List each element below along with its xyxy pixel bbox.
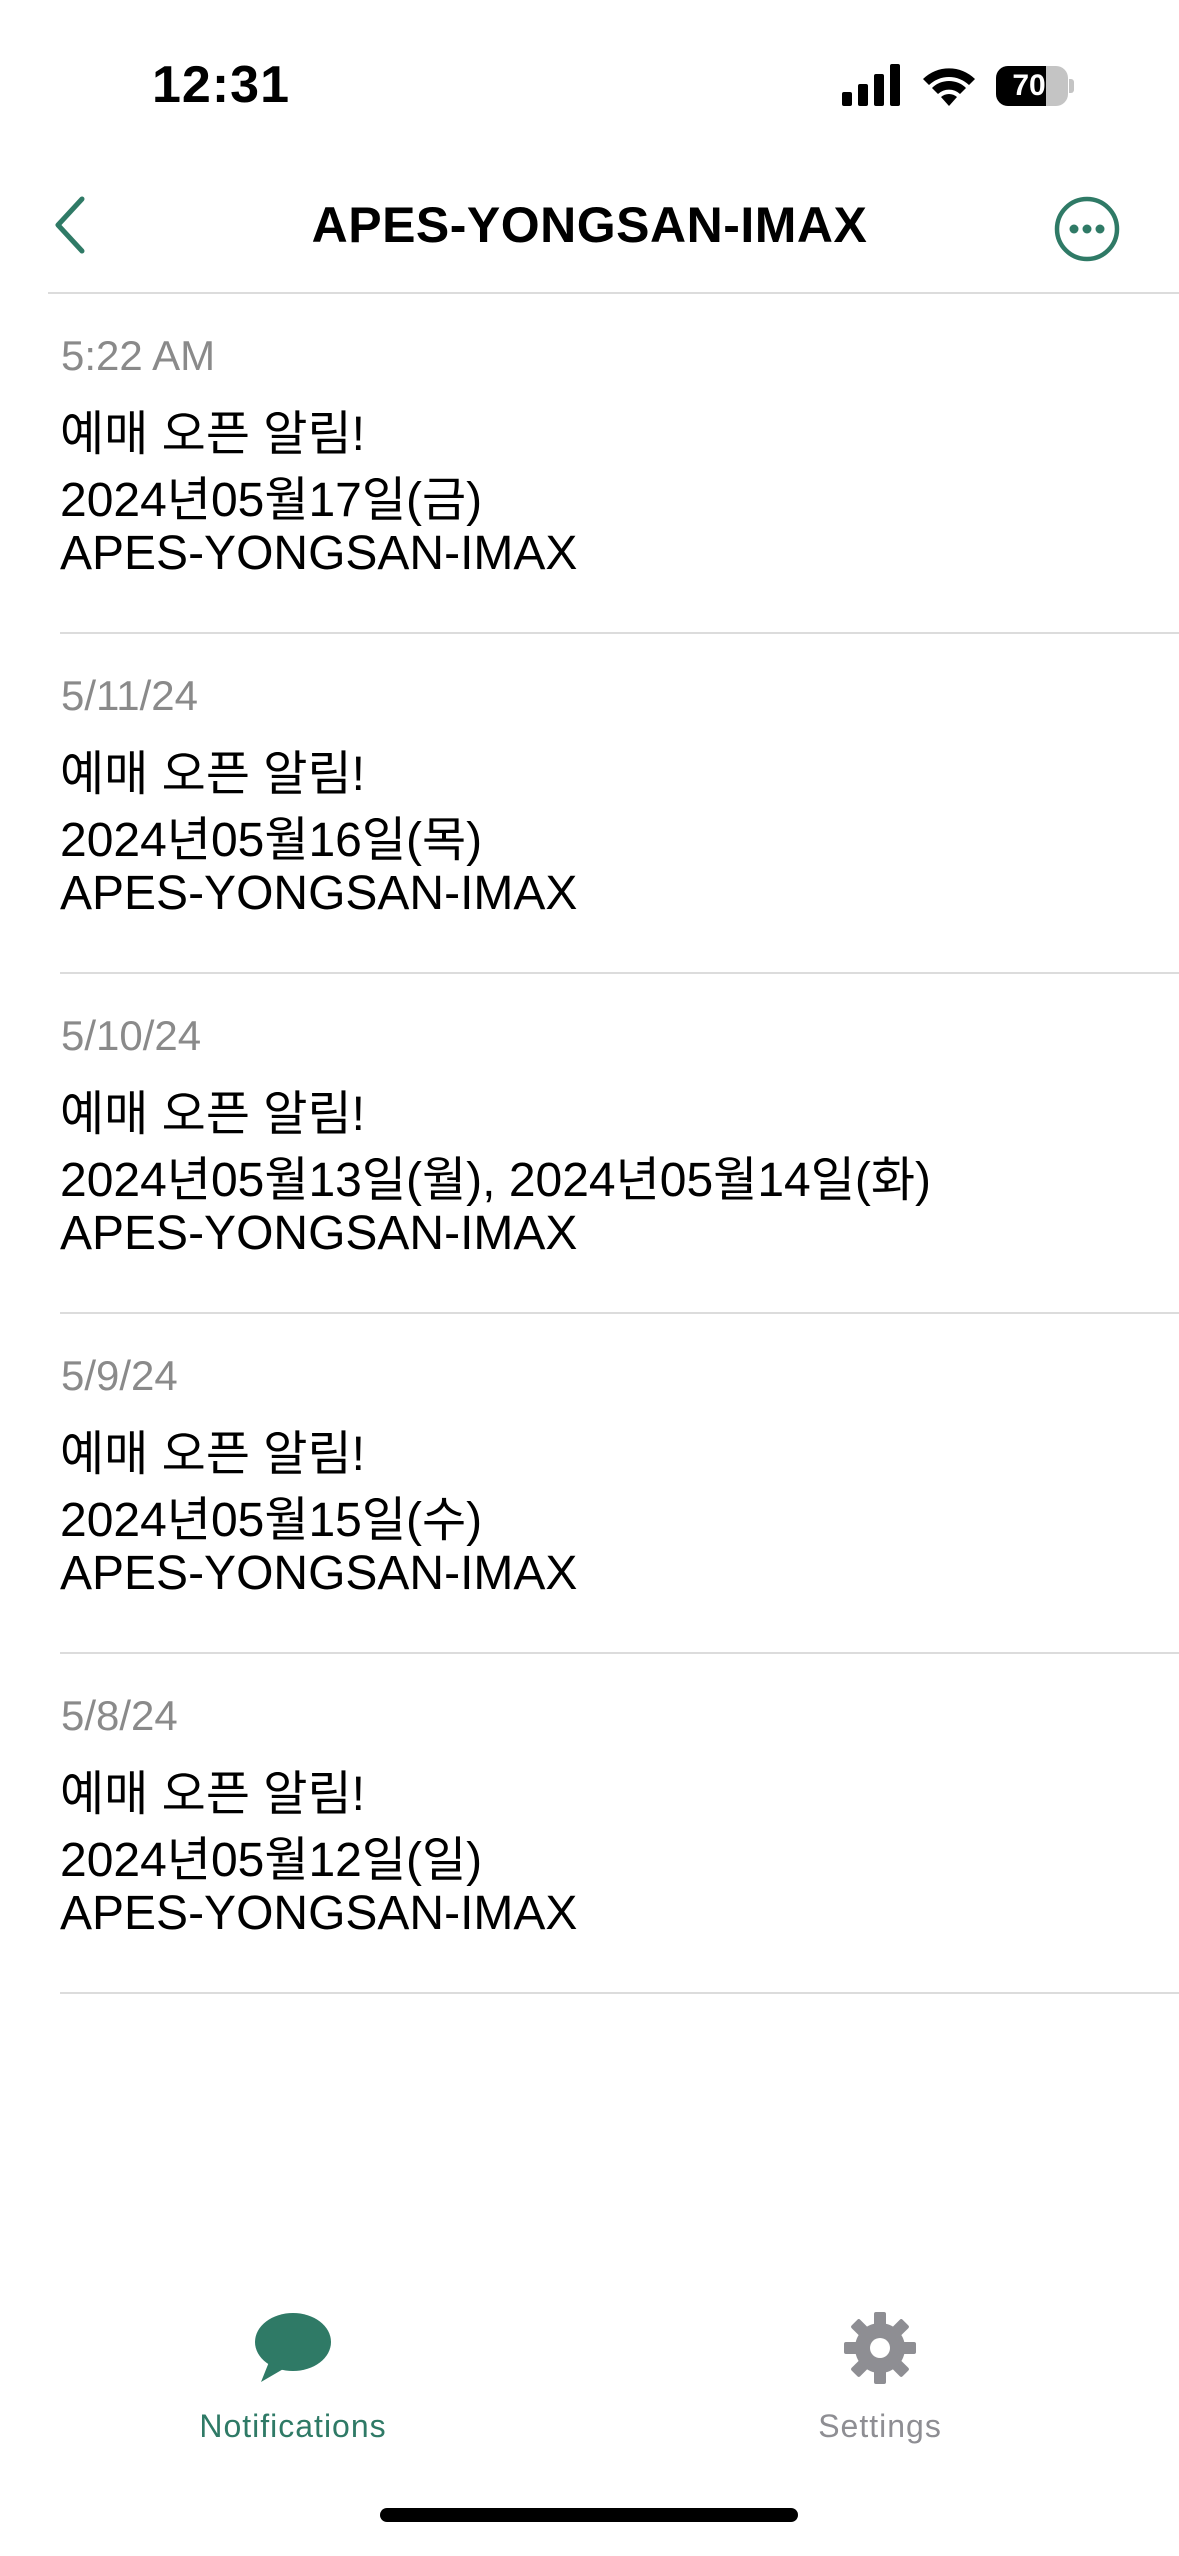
notification-item[interactable]: 5:22 AM 예매 오픈 알림! 2024년05월17일(금) APES-YO… — [60, 294, 1179, 634]
tab-settings[interactable]: Settings — [730, 2290, 1030, 2450]
notification-date: 2024년05월16일(목) — [60, 814, 483, 867]
navigation-bar: APES-YONGSAN-IMAX — [0, 160, 1179, 292]
chevron-left-icon — [55, 196, 85, 254]
notification-time: 5/11/24 — [61, 672, 199, 719]
signal-icon — [842, 64, 900, 106]
notification-theater: APES-YONGSAN-IMAX — [60, 1207, 578, 1260]
notification-title: 예매 오픈 알림! — [60, 1428, 365, 1481]
notification-title: 예매 오픈 알림! — [60, 1088, 365, 1141]
tab-notifications-label: Notifications — [199, 2408, 387, 2444]
gear-icon — [844, 2312, 916, 2384]
notification-date: 2024년05월13일(월), 2024년05월14일(화) — [60, 1154, 932, 1207]
notification-theater: APES-YONGSAN-IMAX — [60, 1887, 578, 1940]
chat-bubble-icon — [255, 2313, 331, 2382]
notification-item[interactable]: 5/10/24 예매 오픈 알림! 2024년05월13일(월), 2024년0… — [60, 974, 1179, 1314]
notification-item[interactable]: 5/9/24 예매 오픈 알림! 2024년05월15일(수) APES-YON… — [60, 1314, 1179, 1654]
status-time: 12:31 — [152, 56, 290, 114]
notification-time: 5/10/24 — [61, 1012, 202, 1059]
notification-theater: APES-YONGSAN-IMAX — [60, 867, 578, 920]
notification-item[interactable]: 5/11/24 예매 오픈 알림! 2024년05월16일(목) APES-YO… — [60, 634, 1179, 974]
ellipsis-circle-icon — [1054, 196, 1120, 262]
battery-icon: 70 — [996, 66, 1074, 106]
notification-time: 5/9/24 — [61, 1352, 178, 1399]
notification-date: 2024년05월12일(일) — [60, 1834, 483, 1887]
wifi-icon — [923, 68, 975, 106]
notification-theater: APES-YONGSAN-IMAX — [60, 1547, 578, 1600]
battery-level: 70 — [1012, 69, 1046, 102]
notification-title: 예매 오픈 알림! — [60, 408, 365, 461]
notification-date: 2024년05월15일(수) — [60, 1494, 483, 1547]
status-bar: 12:31 70 — [0, 0, 1179, 160]
notification-title: 예매 오픈 알림! — [60, 1768, 365, 1821]
notification-theater: APES-YONGSAN-IMAX — [60, 527, 578, 580]
more-button[interactable] — [1054, 196, 1120, 262]
notification-time: 5/8/24 — [61, 1692, 178, 1739]
page-title: APES-YONGSAN-IMAX — [311, 197, 868, 253]
notification-time: 5:22 AM — [61, 332, 216, 379]
notification-date: 2024년05월17일(금) — [60, 474, 483, 527]
notification-title: 예매 오픈 알림! — [60, 748, 365, 801]
notification-item[interactable]: 5/8/24 예매 오픈 알림! 2024년05월12일(일) APES-YON… — [60, 1654, 1179, 1994]
tab-settings-label: Settings — [818, 2408, 942, 2444]
back-button[interactable] — [40, 190, 100, 260]
notification-list: 5:22 AM 예매 오픈 알림! 2024년05월17일(금) APES-YO… — [0, 294, 1179, 1994]
tab-bar: Notifications Settings — [0, 2290, 1179, 2450]
tab-notifications[interactable]: Notifications — [143, 2290, 443, 2450]
home-indicator[interactable] — [380, 2508, 798, 2522]
